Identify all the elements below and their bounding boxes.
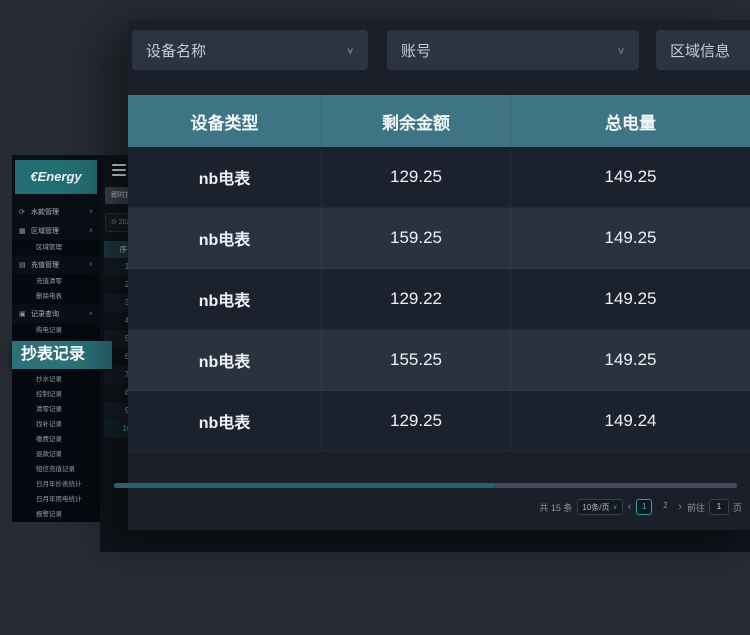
prev-page-button[interactable]: ‹	[628, 499, 632, 515]
device-type-cell: nb电表	[128, 391, 321, 451]
scrollbar-thumb[interactable]	[114, 483, 495, 488]
horizontal-scrollbar	[114, 483, 737, 488]
sidebar-subitem-11[interactable]: 清零记录	[12, 402, 100, 417]
sidebar-item-meter-records-highlighted[interactable]: 抄表记录	[12, 341, 112, 369]
sidebar-subitem-5[interactable]: 删除电表	[12, 289, 100, 304]
device-type-cell: nb电表	[128, 147, 321, 207]
sidebar-subitem-2[interactable]: 区域管理	[12, 240, 100, 255]
remaining-amount-cell: 129.25	[321, 147, 510, 207]
table-row-3: nb电表129.22149.25	[128, 269, 750, 330]
chevron-up-icon: ∧	[89, 227, 93, 234]
remaining-amount-cell: 129.25	[321, 391, 510, 451]
sidebar-menu: ⟳水款管理∨▦区域管理∧区域管理▤充值管理∧充值清零删除电表▣记录查询∧购电记录…	[12, 202, 100, 522]
page-size-label: 10条/页	[582, 502, 609, 513]
goto-page-input[interactable]: 1	[709, 499, 729, 515]
table-body: nb电表129.25149.25nb电表159.25149.25nb电表129.…	[128, 147, 750, 452]
sidebar-group-0[interactable]: ⟳水款管理∨	[12, 202, 100, 221]
sidebar-subitem-10[interactable]: 控制记录	[12, 387, 100, 402]
remaining-amount-cell: 129.22	[321, 269, 510, 329]
page-button-1[interactable]: 1	[636, 499, 652, 515]
filter-bar: 设备名称 ∨ 账号 ∨ 区域信息	[132, 30, 750, 70]
goto-page: 前往 1 页	[687, 499, 742, 515]
sidebar-subitem-9[interactable]: 抄水记录	[12, 372, 100, 387]
table-row-1: nb电表129.25149.25	[128, 147, 750, 208]
sidebar-subitem-15[interactable]: 短信充值记录	[12, 462, 100, 477]
account-select[interactable]: 账号 ∨	[387, 30, 639, 70]
table-row-5: nb电表129.25149.24	[128, 391, 750, 452]
remaining-amount-cell: 159.25	[321, 208, 510, 268]
chevron-down-icon: ∨	[617, 45, 625, 55]
region-info-select-label: 区域信息	[670, 40, 730, 61]
scrollbar-track[interactable]	[495, 483, 737, 488]
device-type-cell: nb电表	[128, 208, 321, 268]
sidebar-group-label: 充值管理	[31, 260, 89, 270]
sidebar-group-label: 区域管理	[31, 226, 89, 236]
chevron-down-icon: ∨	[89, 208, 93, 215]
table-row-4: nb电表155.25149.25	[128, 330, 750, 391]
goto-prefix-label: 前往	[687, 501, 705, 514]
col-header-total-energy: 总电量	[510, 95, 750, 147]
hamburger-icon[interactable]	[112, 164, 126, 176]
sidebar-group-label: 记录查询	[31, 309, 89, 319]
pagination: 共 15 条 10条/页 ∨ ‹ 1 2 › 前往 1 页	[539, 498, 742, 516]
refresh-icon: ⟳	[19, 208, 28, 216]
region-icon: ▦	[19, 227, 28, 235]
sidebar-group-3[interactable]: ▤充值管理∧	[12, 255, 100, 274]
sidebar-group-1[interactable]: ▦区域管理∧	[12, 221, 100, 240]
total-energy-cell: 149.25	[510, 330, 750, 390]
sidebar-subitem-14[interactable]: 退款记录	[12, 447, 100, 462]
total-count-label: 共 15 条	[539, 501, 572, 514]
device-name-select-label: 设备名称	[146, 40, 206, 61]
device-type-cell: nb电表	[128, 269, 321, 329]
app-screen: 即时抄表 ⊙ 202 序号 12345678910 €Energy ⟳水款管理∨…	[0, 0, 750, 635]
region-info-select[interactable]: 区域信息	[656, 30, 750, 70]
goto-suffix-label: 页	[733, 501, 742, 514]
table-row-2: nb电表159.25149.25	[128, 208, 750, 269]
readings-table: 设备类型 剩余金额 总电量 nb电表129.25149.25nb电表159.25…	[128, 95, 750, 452]
total-energy-cell: 149.24	[510, 391, 750, 451]
chevron-up-icon: ∧	[89, 261, 93, 268]
app-logo: €Energy	[15, 160, 97, 194]
sidebar-group-6[interactable]: ▣记录查询∧	[12, 304, 100, 323]
records-panel: 设备名称 ∨ 账号 ∨ 区域信息 设备类型 剩余金额 总电量 nb电表129.2…	[128, 20, 750, 530]
chevron-up-icon: ∧	[89, 310, 93, 317]
card-icon: ▤	[19, 261, 28, 269]
page-size-select[interactable]: 10条/页 ∨	[577, 499, 622, 515]
sidebar-subitem-12[interactable]: 找补记录	[12, 417, 100, 432]
sidebar-subitem-13[interactable]: 缴费记录	[12, 432, 100, 447]
total-energy-cell: 149.25	[510, 208, 750, 268]
sidebar-subitem-16[interactable]: 日月年抄表统计	[12, 477, 100, 492]
remaining-amount-cell: 155.25	[321, 330, 510, 390]
col-header-remaining-amount: 剩余金额	[321, 95, 510, 147]
record-icon: ▣	[19, 310, 28, 318]
sidebar-group-label: 水款管理	[31, 207, 89, 217]
sidebar-subitem-7[interactable]: 购电记录	[12, 323, 100, 338]
device-name-select[interactable]: 设备名称 ∨	[132, 30, 368, 70]
sidebar-subitem-4[interactable]: 充值清零	[12, 274, 100, 289]
chevron-down-icon: ∨	[613, 503, 618, 511]
total-energy-cell: 149.25	[510, 147, 750, 207]
col-header-device-type: 设备类型	[128, 95, 321, 147]
sidebar: €Energy ⟳水款管理∨▦区域管理∧区域管理▤充值管理∧充值清零删除电表▣记…	[12, 155, 100, 517]
table-header-row: 设备类型 剩余金额 总电量	[128, 95, 750, 147]
sidebar-subitem-18[interactable]: 报警记录	[12, 507, 100, 522]
next-page-button[interactable]: ›	[678, 499, 682, 515]
sidebar-subitem-17[interactable]: 日月年用电统计	[12, 492, 100, 507]
account-select-label: 账号	[401, 40, 431, 61]
page-button-2[interactable]: 2	[657, 499, 673, 515]
device-type-cell: nb电表	[128, 330, 321, 390]
total-energy-cell: 149.25	[510, 269, 750, 329]
chevron-down-icon: ∨	[346, 45, 354, 55]
